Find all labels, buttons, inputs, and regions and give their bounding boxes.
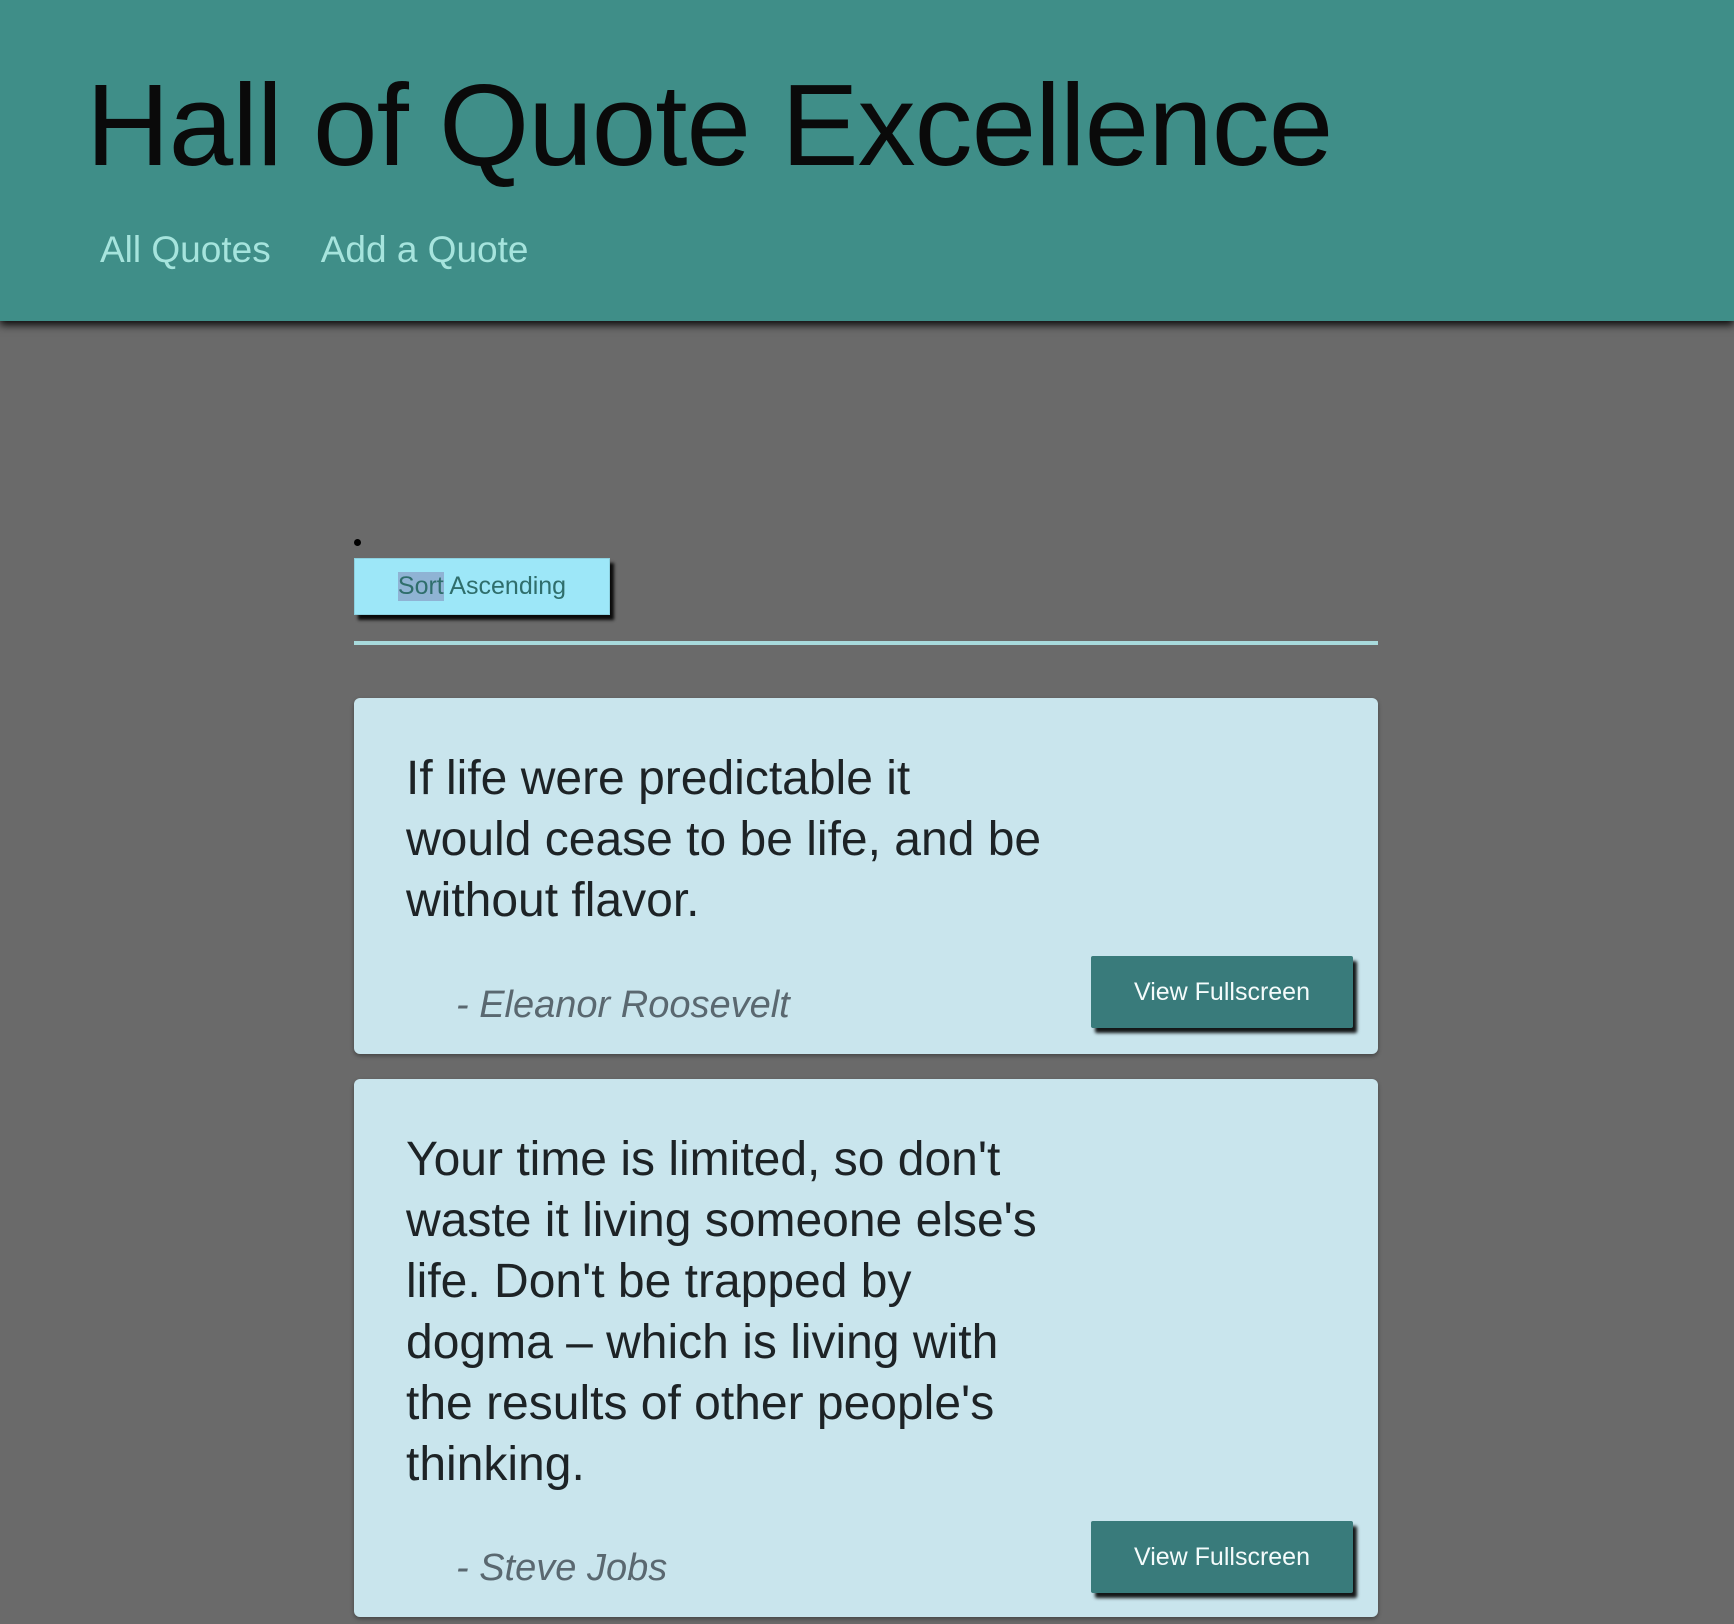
nav-link-add-quote[interactable]: Add a Quote — [321, 222, 529, 278]
view-fullscreen-button[interactable]: View Fullscreen — [1091, 956, 1353, 1028]
quote-author: - Eleanor Roosevelt — [456, 984, 790, 1026]
site-header: Hall of Quote Excellence All Quotes Add … — [0, 0, 1734, 321]
site-title: Hall of Quote Excellence — [86, 60, 1333, 190]
quote-card: If life were predictable it would cease … — [354, 698, 1378, 1054]
sort-ascending-button[interactable]: Sort Ascending — [354, 558, 610, 615]
quote-text: Your time is limited, so don't waste it … — [406, 1133, 1037, 1491]
quote-text: If life were predictable it would cease … — [406, 752, 1042, 927]
quote-card: Your time is limited, so don't waste it … — [354, 1079, 1378, 1617]
sort-button-label-rest: Ascending — [443, 572, 567, 600]
quote-author: - Steve Jobs — [456, 1547, 668, 1589]
view-fullscreen-button[interactable]: View Fullscreen — [1091, 1521, 1353, 1593]
list-bullet — [354, 539, 361, 546]
selected-text: Sort — [397, 572, 444, 601]
main-nav: All Quotes Add a Quote — [100, 222, 528, 278]
nav-link-all-quotes[interactable]: All Quotes — [100, 222, 271, 278]
divider — [354, 641, 1378, 645]
